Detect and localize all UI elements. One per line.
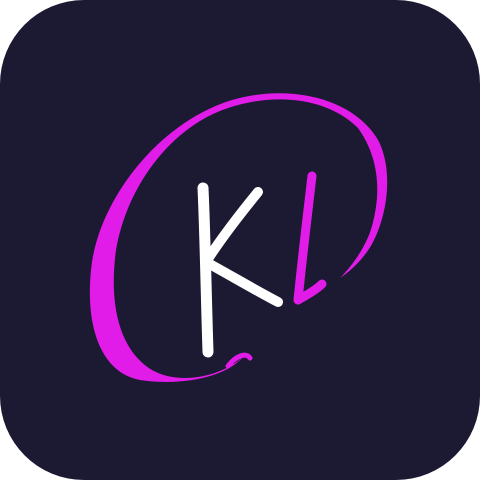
icon-background [0,0,480,480]
app-icon[interactable] [0,0,480,480]
kv-logo [0,0,480,480]
